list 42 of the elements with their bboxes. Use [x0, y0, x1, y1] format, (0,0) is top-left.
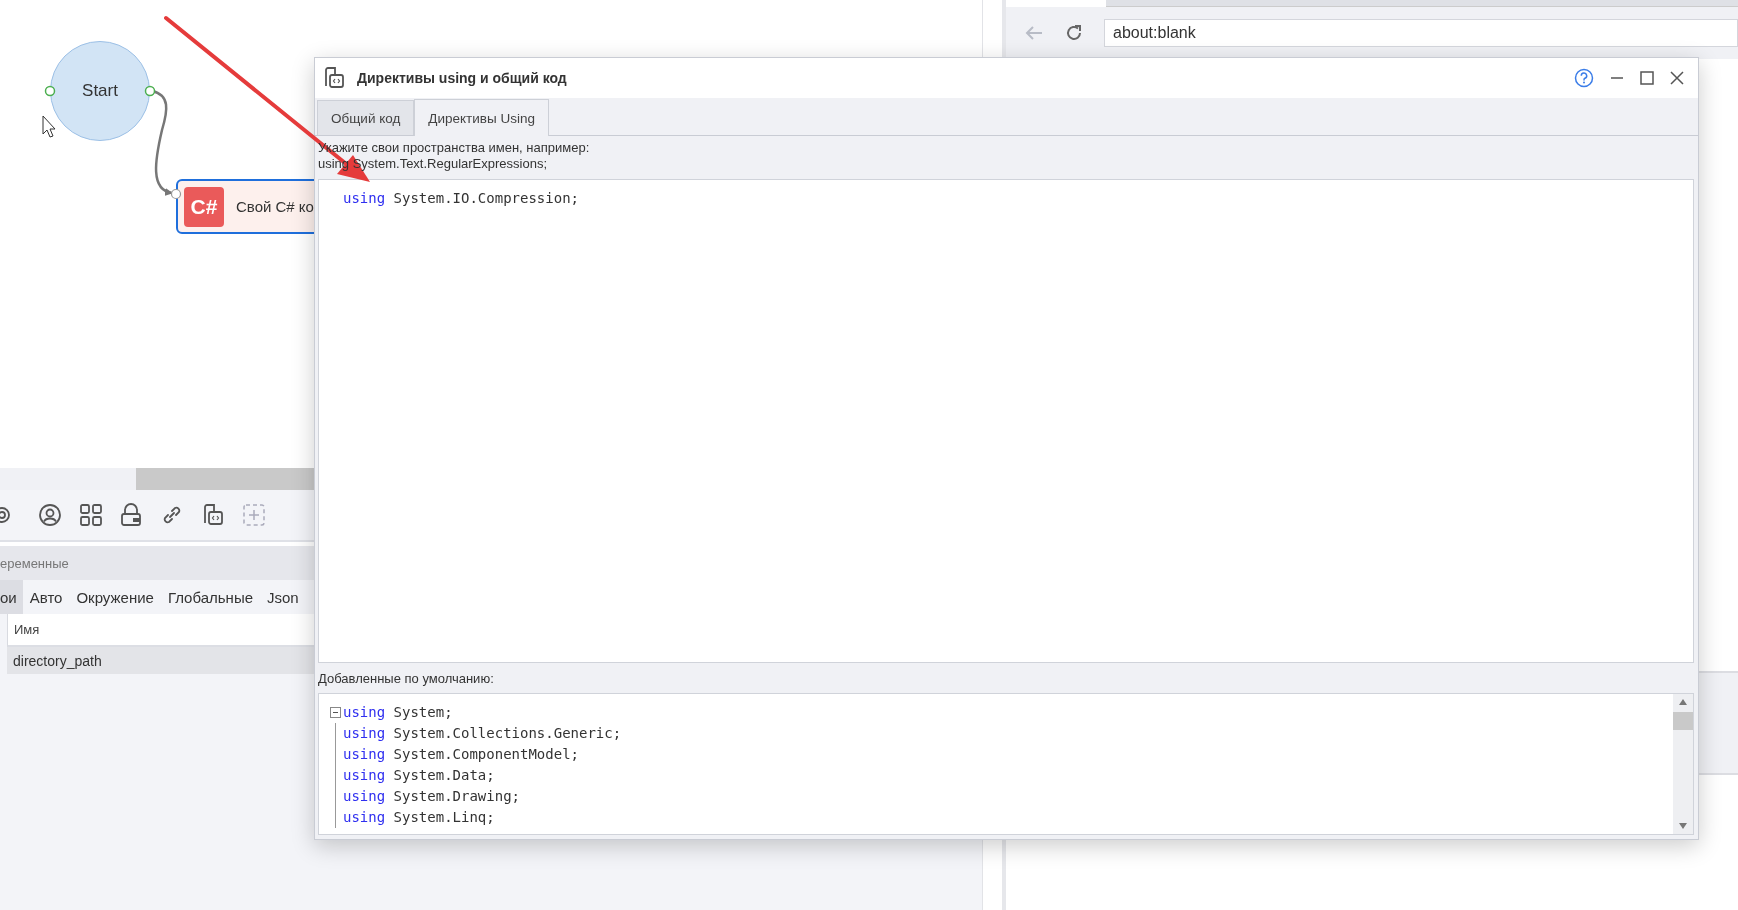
port-icon[interactable] — [170, 188, 182, 200]
code-line: using System.ComponentModel; — [343, 745, 580, 764]
scroll-up-icon[interactable] — [1678, 698, 1688, 706]
code-line: using System.IO.Compression; — [343, 189, 581, 208]
vertical-scrollbar[interactable] — [1673, 694, 1693, 834]
code-line: using System.Drawing; — [343, 787, 520, 806]
csharp-badge-icon: C# — [184, 186, 224, 227]
code-file-icon — [323, 66, 345, 90]
port-icon[interactable] — [144, 85, 156, 97]
address-field[interactable]: about:blank — [1104, 19, 1738, 47]
variables-tab[interactable]: Json — [260, 580, 306, 614]
dialog-tab[interactable]: Директивы Using — [414, 99, 549, 136]
panel-title: еременные — [0, 555, 69, 571]
user-icon[interactable] — [38, 503, 62, 527]
start-node[interactable]: Start — [50, 41, 150, 141]
code-file-icon[interactable] — [202, 503, 224, 527]
code-line: using System; — [343, 703, 453, 722]
variables-tab[interactable]: ои — [0, 580, 23, 614]
grid-icon[interactable] — [80, 504, 102, 526]
close-icon[interactable] — [1670, 71, 1684, 85]
help-icon[interactable] — [1574, 68, 1594, 88]
collapse-icon[interactable] — [329, 707, 341, 718]
port-icon[interactable] — [44, 85, 56, 97]
section-label: Добавленные по умолчанию: — [318, 671, 495, 686]
code-line: using System.Collections.Generic; — [343, 724, 622, 743]
code-editor[interactable]: using System; using System.Collections.Generic; using System.ComponentModel; using System.Data; using System.Drawing; using System.Linq; — [318, 693, 1694, 835]
dialog-tab[interactable]: Общий код — [317, 100, 415, 135]
column-header[interactable]: Имя — [8, 622, 40, 637]
action-node-label: Свой C# ко — [236, 198, 314, 215]
scroll-down-icon[interactable] — [1678, 822, 1688, 830]
dialog-title: Директивы using и общий код — [357, 70, 567, 86]
variables-tab[interactable]: Авто — [22, 580, 70, 614]
mouse-pointer-icon — [42, 115, 56, 138]
code-line: using System.Linq; — [343, 808, 495, 827]
variables-tab[interactable]: Глобальные — [160, 580, 260, 614]
code-editor[interactable]: using System.IO.Compression; — [318, 179, 1694, 663]
code-line: using System.Data; — [343, 766, 495, 785]
lock-icon[interactable] — [120, 503, 142, 527]
reload-icon[interactable] — [1064, 23, 1084, 43]
variables-tab[interactable]: Окружение — [69, 580, 161, 614]
maximize-icon[interactable] — [1640, 71, 1654, 85]
scroll-thumb[interactable] — [1673, 712, 1693, 730]
